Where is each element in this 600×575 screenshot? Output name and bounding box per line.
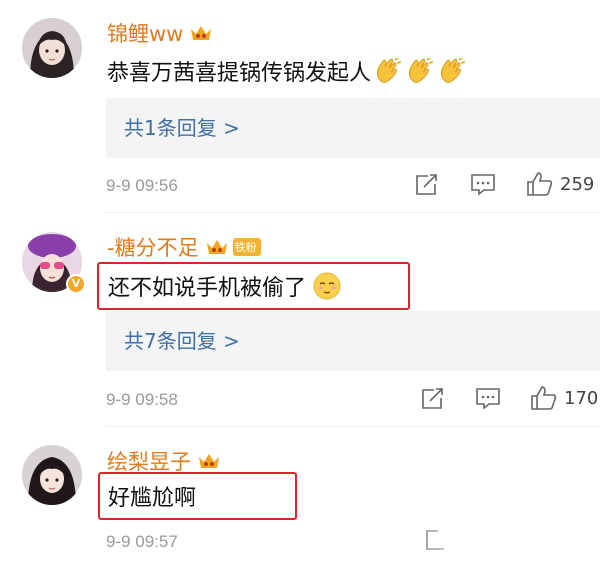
timestamp: 9-9 09:57 <box>106 532 178 551</box>
avatar[interactable] <box>22 445 82 505</box>
comment-text-content: 好尴尬啊 <box>108 486 197 511</box>
watermark <box>420 505 600 575</box>
crown-icon <box>197 451 221 471</box>
comment-item: 绘梨昱子 好尴尬啊 9-9 09:57 <box>0 0 600 575</box>
comment-text-highlight: 好尴尬啊 <box>98 472 297 520</box>
